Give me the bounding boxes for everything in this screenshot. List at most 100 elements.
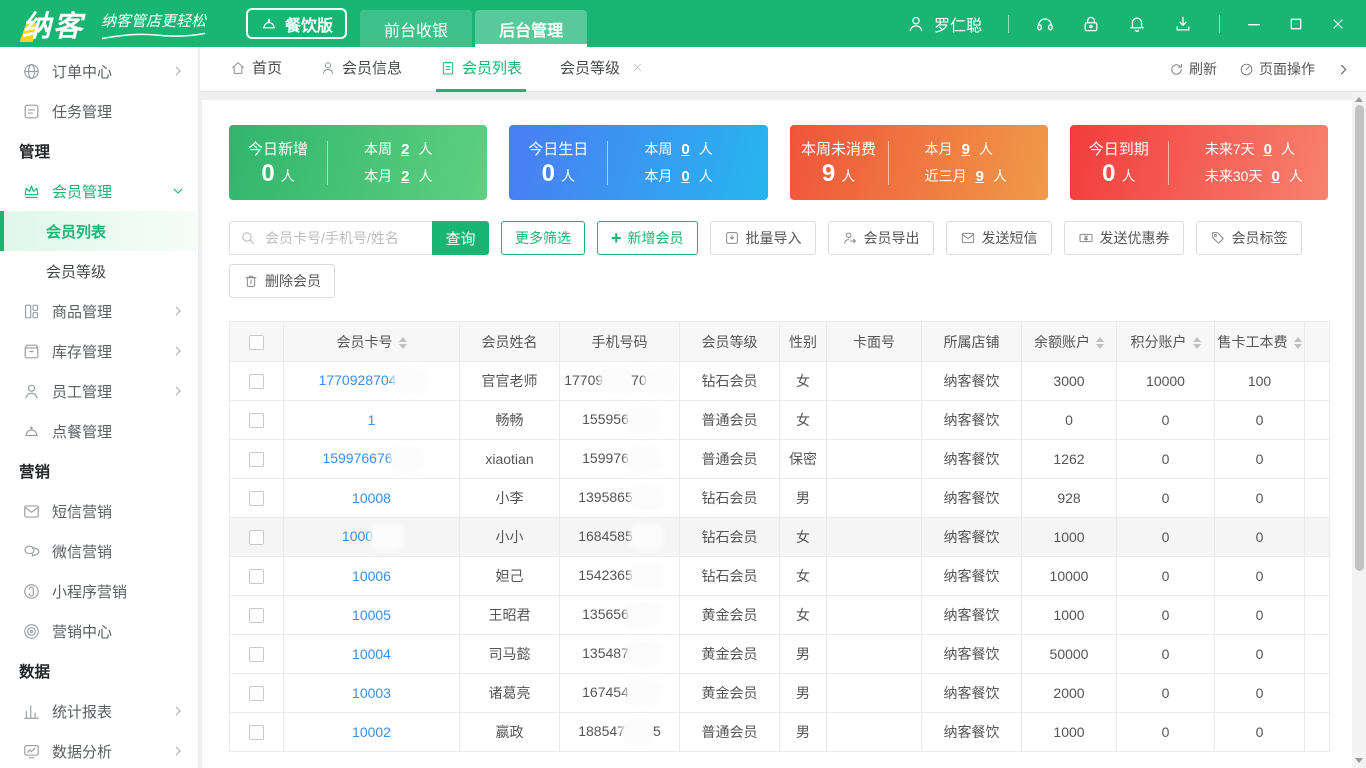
sort-icon[interactable]	[1293, 336, 1302, 349]
tab-member-list[interactable]: 会员列表	[436, 47, 527, 92]
stat-label: 近三月	[924, 168, 967, 184]
minimize-button[interactable]	[1246, 16, 1262, 32]
sidebar-item-wechat-marketing[interactable]: 微信营销	[0, 531, 198, 571]
column-header-0[interactable]: 会员卡号	[283, 321, 460, 362]
stat-value-link[interactable]: 0	[681, 168, 689, 185]
column-header-9[interactable]: 售卡工本费	[1214, 321, 1305, 362]
sidebar-item-miniprogram-marketing[interactable]: 小程序营销	[0, 571, 198, 611]
tab-home[interactable]: 首页	[226, 47, 286, 92]
scroll-down-arrow[interactable]	[1355, 758, 1363, 763]
column-header-8[interactable]: 积分账户	[1116, 321, 1215, 362]
sidebar-item-sms-marketing[interactable]: 短信营销	[0, 491, 198, 531]
sidebar-item-staff-management[interactable]: 员工管理	[0, 371, 198, 411]
add-member-button[interactable]: + 新增会员	[597, 221, 698, 255]
row-checkbox[interactable]	[249, 374, 264, 390]
close-icon[interactable]	[631, 61, 644, 74]
stat-value-link[interactable]: 2	[401, 168, 409, 185]
row-checkbox[interactable]	[249, 491, 264, 507]
card-number-link[interactable]: 1770928704	[319, 372, 397, 388]
row-checkbox[interactable]	[249, 608, 264, 624]
sort-icon[interactable]	[1096, 336, 1104, 349]
row-checkbox[interactable]	[249, 725, 264, 741]
column-header-7[interactable]: 余额账户	[1021, 321, 1117, 362]
mode-tab-front-cashier[interactable]: 前台收银	[360, 10, 473, 47]
lock-screen-icon[interactable]	[1081, 14, 1101, 34]
card-number-link[interactable]: 10006	[352, 568, 391, 584]
cell-gender: 男	[779, 673, 827, 713]
member-export-button[interactable]: 会员导出	[827, 221, 934, 255]
sort-icon[interactable]	[1192, 336, 1201, 349]
card-number-link[interactable]: 1000	[342, 528, 373, 544]
tab-member-level[interactable]: 会员等级	[556, 47, 648, 92]
stat-value-link[interactable]: 2	[401, 141, 409, 158]
sort-icon[interactable]	[398, 336, 407, 349]
select-all-checkbox[interactable]	[249, 334, 264, 350]
card-number-link[interactable]: 10002	[352, 724, 391, 740]
card-number-link[interactable]: 10004	[352, 646, 391, 662]
batch-import-button[interactable]: 批量导入	[709, 221, 816, 255]
card-number-link[interactable]: 10005	[352, 607, 391, 623]
stat-value-link[interactable]: 9	[962, 141, 970, 158]
delete-member-button[interactable]: 删除会员	[229, 264, 335, 298]
stat-value-link[interactable]: 9	[976, 168, 984, 185]
cell-select	[229, 595, 284, 635]
download-icon[interactable]	[1173, 14, 1193, 34]
card-number-link[interactable]: 10003	[352, 685, 391, 701]
cell-store-text: 纳客餐饮	[943, 724, 1000, 740]
search-group: 查询	[229, 221, 489, 255]
cell-member-name: 王昭君	[459, 595, 560, 635]
scrollbar-thumb[interactable]	[1354, 105, 1364, 571]
cell-gender: 女	[779, 361, 827, 401]
card-number-link[interactable]: 10008	[352, 490, 391, 506]
mode-tab-backend-management[interactable]: 后台管理	[475, 10, 588, 47]
sidebar-item-marketing-center[interactable]: 营销中心	[0, 611, 198, 651]
sidebar-item-statistics-report[interactable]: 统计报表	[0, 691, 198, 731]
refresh-button[interactable]: 刷新	[1169, 59, 1217, 79]
row-checkbox[interactable]	[249, 530, 264, 546]
user-menu[interactable]: 罗仁聪	[906, 12, 982, 36]
sidebar-item-task-management[interactable]: 任务管理	[0, 91, 198, 131]
sidebar: 订单中心 任务管理 管理 会员管理 会员列表 会员等级 商品管理 库存管理 员工管理 点餐管理 营销…	[0, 47, 200, 768]
notifications-bell-icon[interactable]	[1127, 14, 1147, 34]
stat-card-birthday-today: 今日生日 0 人本周 0 人本月 0 人	[509, 125, 768, 200]
row-checkbox[interactable]	[249, 413, 264, 429]
sidebar-item-order-center[interactable]: 订单中心	[0, 51, 198, 91]
send-coupon-button[interactable]: 发送优惠券	[1063, 221, 1184, 255]
stat-value-link[interactable]: 0	[1271, 168, 1279, 185]
scroll-up-arrow[interactable]	[1355, 97, 1363, 102]
sidebar-item-ordering-management[interactable]: 点餐管理	[0, 411, 198, 451]
card-number-link[interactable]: 1	[368, 412, 376, 428]
sidebar-item-member-list[interactable]: 会员列表	[0, 211, 198, 251]
table-row: 1770928704 官官老师 17709 70 钻石会员 女 纳客餐饮 3000 10000 1…	[229, 361, 1330, 401]
sidebar-item-goods-management[interactable]: 商品管理	[0, 291, 198, 331]
sidebar-item-data-analysis[interactable]: 数据分析	[0, 731, 198, 768]
sidebar-item-inventory-management[interactable]: 库存管理	[0, 331, 198, 371]
text-segment: 17709	[564, 371, 604, 388]
chevron-right-icon[interactable]	[1337, 63, 1350, 76]
row-checkbox[interactable]	[249, 452, 264, 468]
member-tag-button[interactable]: 会员标签	[1195, 221, 1302, 255]
row-checkbox[interactable]	[249, 647, 264, 663]
send-sms-button[interactable]: 发送短信	[945, 221, 1052, 255]
query-button[interactable]: 查询	[432, 221, 489, 255]
tab-member-info[interactable]: 会员信息	[316, 47, 406, 92]
sidebar-item-member-level[interactable]: 会员等级	[0, 251, 198, 291]
stat-value-link[interactable]: 0	[1264, 141, 1272, 158]
close-window-button[interactable]	[1330, 16, 1346, 32]
more-filters-button[interactable]: 更多筛选	[501, 221, 585, 255]
page-operations-button[interactable]: 页面操作	[1239, 59, 1315, 79]
search-input[interactable]	[263, 222, 421, 254]
support-headset-icon[interactable]	[1035, 14, 1055, 34]
card-number-link[interactable]: 159976676	[322, 450, 392, 466]
cell-gender: 男	[779, 634, 827, 674]
row-checkbox[interactable]	[249, 686, 264, 702]
row-checkbox[interactable]	[249, 569, 264, 585]
cell-member-name-text: 畅畅	[495, 412, 524, 428]
cell-phone: 135487	[559, 634, 680, 674]
stat-value-link[interactable]: 0	[681, 141, 689, 158]
sidebar-item-member-management[interactable]: 会员管理	[0, 171, 198, 211]
cell-balance-text: 928	[1057, 490, 1081, 506]
maximize-button[interactable]	[1288, 16, 1304, 32]
cell-select	[229, 556, 284, 596]
content-scrollbar[interactable]	[1352, 92, 1366, 768]
